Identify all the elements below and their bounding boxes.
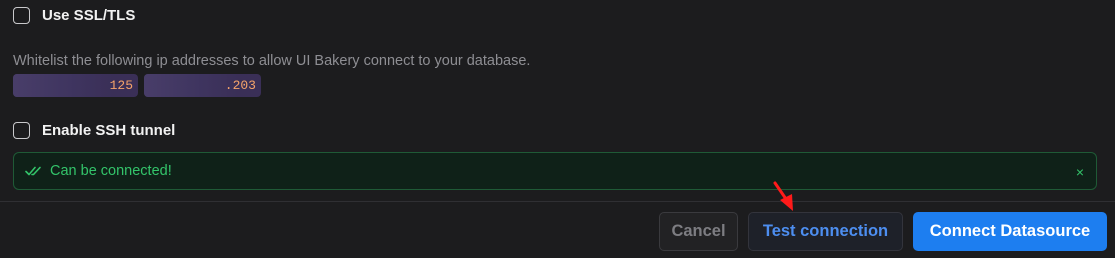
redacted-ip-blur	[144, 74, 238, 97]
annotation-arrow-icon	[773, 181, 793, 211]
cancel-button[interactable]: Cancel	[659, 212, 738, 251]
close-icon[interactable]: ×	[1076, 164, 1084, 180]
test-connection-button[interactable]: Test connection	[748, 212, 903, 251]
connection-status-alert: Can be connected! ×	[13, 152, 1097, 190]
ssh-option[interactable]: Enable SSH tunnel	[13, 122, 175, 139]
double-check-icon	[25, 165, 43, 177]
ip-address-suffix: 125	[109, 78, 133, 93]
redacted-ip-blur	[13, 74, 113, 97]
ip-address-chip: .203	[144, 74, 261, 97]
ip-address-suffix: .203	[224, 78, 256, 93]
connect-datasource-button[interactable]: Connect Datasource	[913, 212, 1107, 251]
status-message: Can be connected!	[50, 163, 172, 179]
ssh-checkbox[interactable]	[13, 122, 30, 139]
ssh-label[interactable]: Enable SSH tunnel	[42, 122, 175, 139]
footer-divider	[0, 201, 1115, 202]
ip-address-list: 125 .203	[13, 74, 261, 97]
ip-address-chip: 125	[13, 74, 138, 97]
ssl-label[interactable]: Use SSL/TLS	[42, 7, 135, 24]
ssl-checkbox[interactable]	[13, 7, 30, 24]
ssl-option[interactable]: Use SSL/TLS	[13, 7, 135, 24]
whitelist-note: Whitelist the following ip addresses to …	[13, 53, 531, 69]
